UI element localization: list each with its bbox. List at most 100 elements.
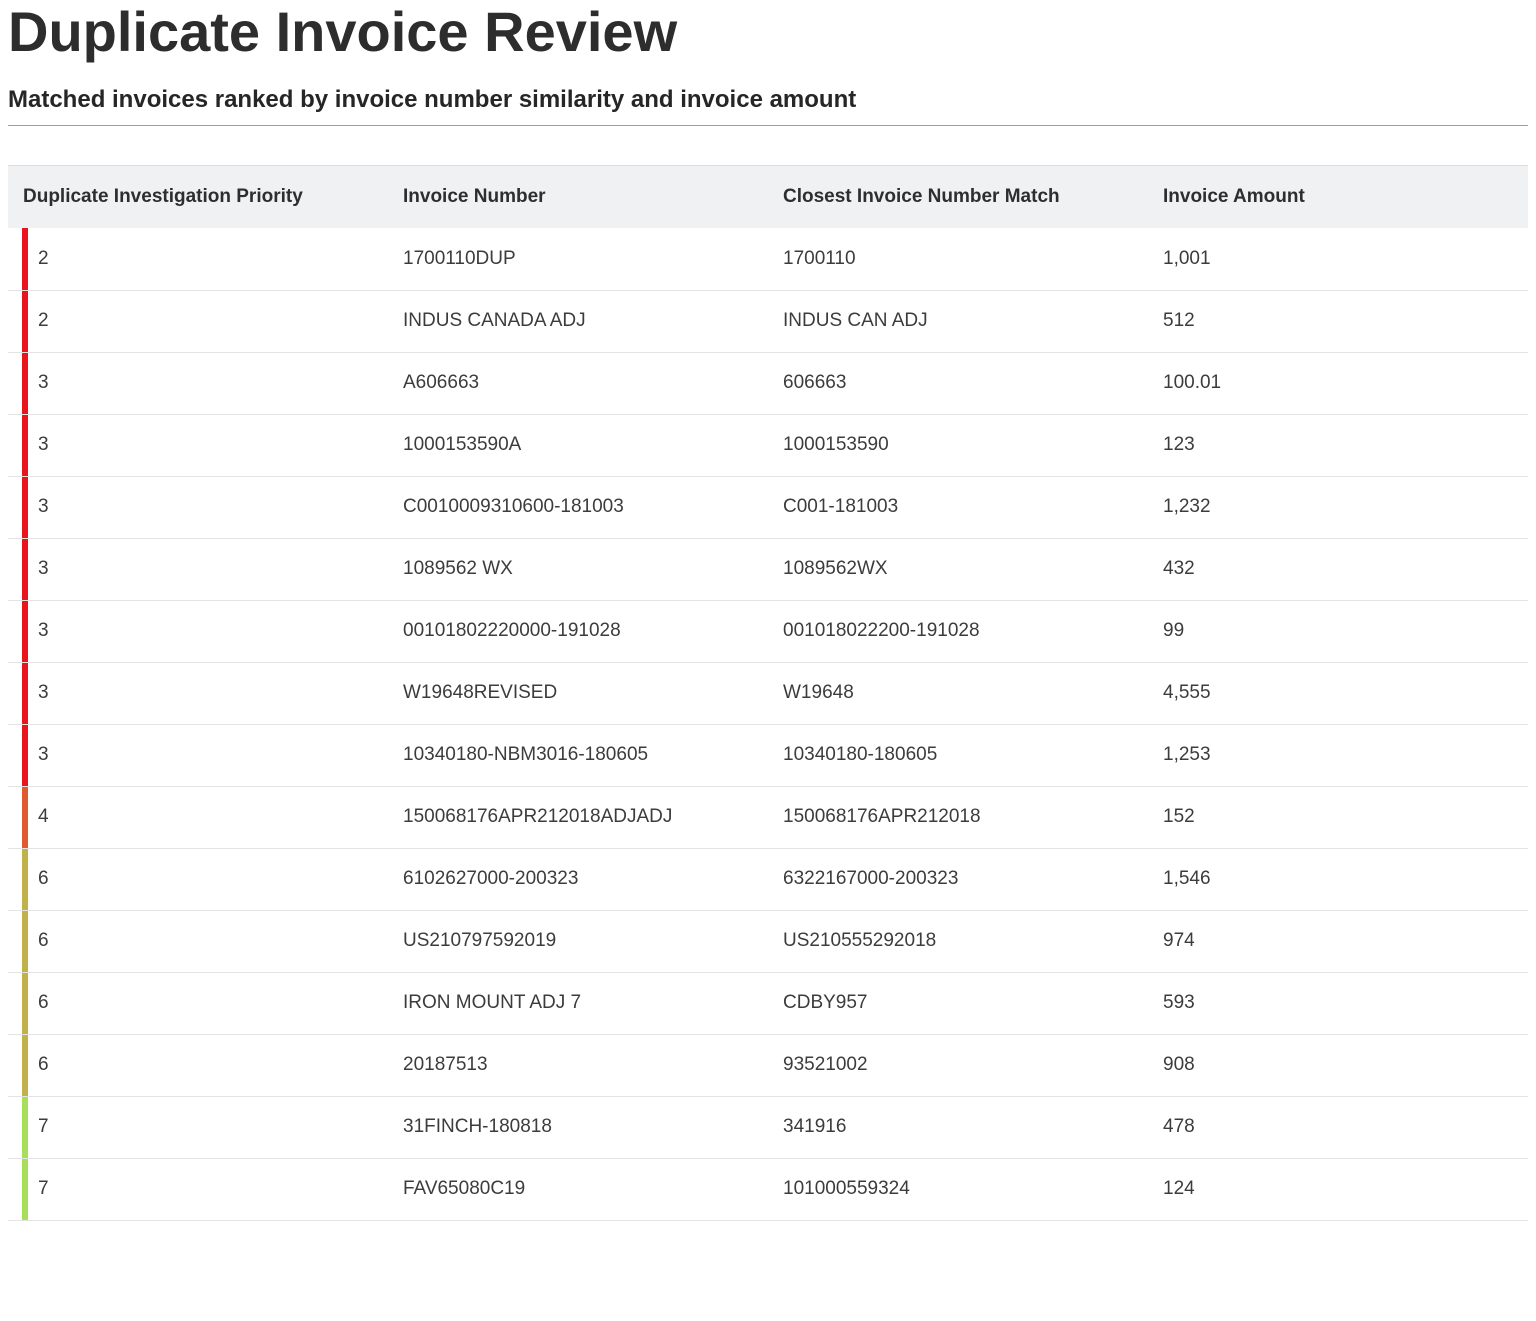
table-row[interactable]: 3 10340180-NBM3016-180605 10340180-180605 1… [8,724,1528,786]
priority-indicator-bar [22,538,28,600]
invoice-number-cell: 1089562 WX [403,558,513,579]
priority-value: 6 [38,868,49,889]
table-row[interactable]: 6 IRON MOUNT ADJ 7 CDBY957 593 [8,972,1528,1034]
table-row[interactable]: 6 20187513 93521002 908 [8,1034,1528,1096]
closest-match-cell: 150068176APR212018 [783,806,981,827]
closest-match-cell: 001018022200-191028 [783,620,980,641]
invoice-number-cell: FAV65080C19 [403,1178,526,1199]
priority-value: 3 [38,682,49,703]
invoice-amount-cell: 1,546 [1163,868,1211,889]
invoice-number-cell: A606663 [403,372,480,393]
invoice-amount-cell: 432 [1163,558,1195,579]
closest-match-cell: 341916 [783,1116,847,1137]
invoice-number-cell: 31FINCH-180818 [403,1116,552,1137]
invoice-number-cell: 150068176APR212018ADJADJ [403,806,673,827]
closest-match-cell: 1700110 [783,247,856,269]
priority-cell: 3 [8,414,388,476]
invoice-amount-cell: 100.01 [1163,372,1222,393]
closest-match-cell: INDUS CAN ADJ [783,310,928,331]
invoice-number-cell: US210797592019 [403,930,557,951]
priority-cell: 7 [8,1096,388,1158]
priority-value: 7 [38,1178,49,1199]
table-body: 2 1700110DUP 1700110 1,001 2 INDUS CANADA ADJ… [8,228,1528,1220]
invoice-number-cell: 20187513 [403,1054,488,1075]
closest-match-cell: 10340180-180605 [783,744,938,765]
priority-value: 4 [38,806,49,827]
priority-value: 7 [38,1116,49,1137]
priority-indicator-bar [22,1158,28,1220]
priority-cell: 6 [8,972,388,1034]
table-row[interactable]: 3 W19648REVISED W19648 4,555 [8,662,1528,724]
priority-value: 3 [38,744,49,765]
invoice-amount-cell: 1,232 [1163,496,1211,517]
invoice-number-cell: 00101802220000-191028 [403,620,621,641]
table-row[interactable]: 6 6102627000-200323 6322167000-200323 1,546 [8,848,1528,910]
priority-cell: 4 [8,786,388,848]
invoice-number-cell: 1000153590A [403,434,522,455]
closest-match-cell: 1000153590 [783,434,889,455]
table-row[interactable]: 3 C0010009310600-181003 C001-181003 1,232 [8,476,1528,538]
table-row[interactable]: 6 US210797592019 US210555292018 974 [8,910,1528,972]
priority-indicator-bar [22,786,28,848]
priority-value: 3 [38,434,49,455]
column-header-closest-match[interactable]: Closest Invoice Number Match [768,166,1148,229]
table-row[interactable]: 3 1000153590A 1000153590 123 [8,414,1528,476]
invoice-number-cell: C0010009310600-181003 [403,496,624,517]
invoice-amount-cell: 478 [1163,1116,1195,1137]
closest-match-cell: 101000559324 [783,1178,910,1199]
priority-cell: 3 [8,538,388,600]
invoice-amount-cell: 1,001 [1163,247,1211,269]
invoice-amount-cell: 99 [1163,620,1185,641]
invoice-amount-cell: 512 [1163,310,1195,331]
column-header-invoice-amount[interactable]: Invoice Amount [1148,166,1528,229]
invoice-amount-cell: 4,555 [1163,682,1211,703]
priority-cell: 2 [8,290,388,352]
priority-cell: 7 [8,1158,388,1220]
duplicate-invoice-review-page: Duplicate Invoice Review Matched invoice… [0,0,1536,1321]
table-row[interactable]: 4 150068176APR212018ADJADJ 150068176APR212… [8,786,1528,848]
closest-match-cell: 93521002 [783,1054,868,1075]
invoice-amount-cell: 152 [1163,806,1195,827]
priority-indicator-bar [22,724,28,786]
invoice-number-cell: INDUS CANADA ADJ [403,310,586,331]
priority-indicator-bar [22,290,28,352]
invoice-amount-cell: 1,253 [1163,744,1211,765]
priority-value: 2 [38,310,49,331]
closest-match-cell: W19648 [783,682,854,703]
table-header: Duplicate Investigation Priority Invoice… [8,165,1528,229]
priority-indicator-bar [22,414,28,476]
priority-indicator-bar [22,662,28,724]
invoice-amount-cell: 124 [1163,1178,1195,1199]
closest-match-cell: US210555292018 [783,930,937,951]
priority-value: 6 [38,930,49,951]
page-title: Duplicate Invoice Review [8,0,678,63]
table-row[interactable]: 3 A606663 606663 100.01 [8,352,1528,414]
priority-cell: 3 [8,352,388,414]
title-divider [8,125,1528,126]
priority-cell: 6 [8,910,388,972]
column-header-priority[interactable]: Duplicate Investigation Priority [8,166,388,229]
column-header-invoice-number[interactable]: Invoice Number [388,166,768,229]
table-row[interactable]: 3 1089562 WX 1089562WX 432 [8,538,1528,600]
priority-indicator-bar [22,600,28,662]
invoice-number-cell: IRON MOUNT ADJ 7 [403,992,582,1013]
invoice-amount-cell: 123 [1163,434,1195,455]
table-header-row: Duplicate Investigation Priority Invoice… [8,165,1528,229]
closest-match-cell: 606663 [783,372,847,393]
priority-value: 6 [38,1054,49,1075]
invoice-number-cell: 6102627000-200323 [403,868,579,889]
priority-indicator-bar [22,972,28,1034]
priority-indicator-bar [22,1096,28,1158]
table-row[interactable]: 2 1700110DUP 1700110 1,001 [8,228,1528,290]
priority-value: 3 [38,496,49,517]
closest-match-cell: 1089562WX [783,558,888,579]
priority-value: 3 [38,372,49,393]
page-subtitle: Matched invoices ranked by invoice numbe… [8,86,857,113]
table-row[interactable]: 7 FAV65080C19 101000559324 124 [8,1158,1528,1220]
table-row[interactable]: 2 INDUS CANADA ADJ INDUS CAN ADJ 512 [8,290,1528,352]
table-row[interactable]: 7 31FINCH-180818 341916 478 [8,1096,1528,1158]
table-row[interactable]: 3 00101802220000-191028 001018022200-19102… [8,600,1528,662]
priority-value: 3 [38,558,49,579]
priority-value: 2 [38,247,49,269]
invoice-number-cell: 10340180-NBM3016-180605 [403,744,649,765]
